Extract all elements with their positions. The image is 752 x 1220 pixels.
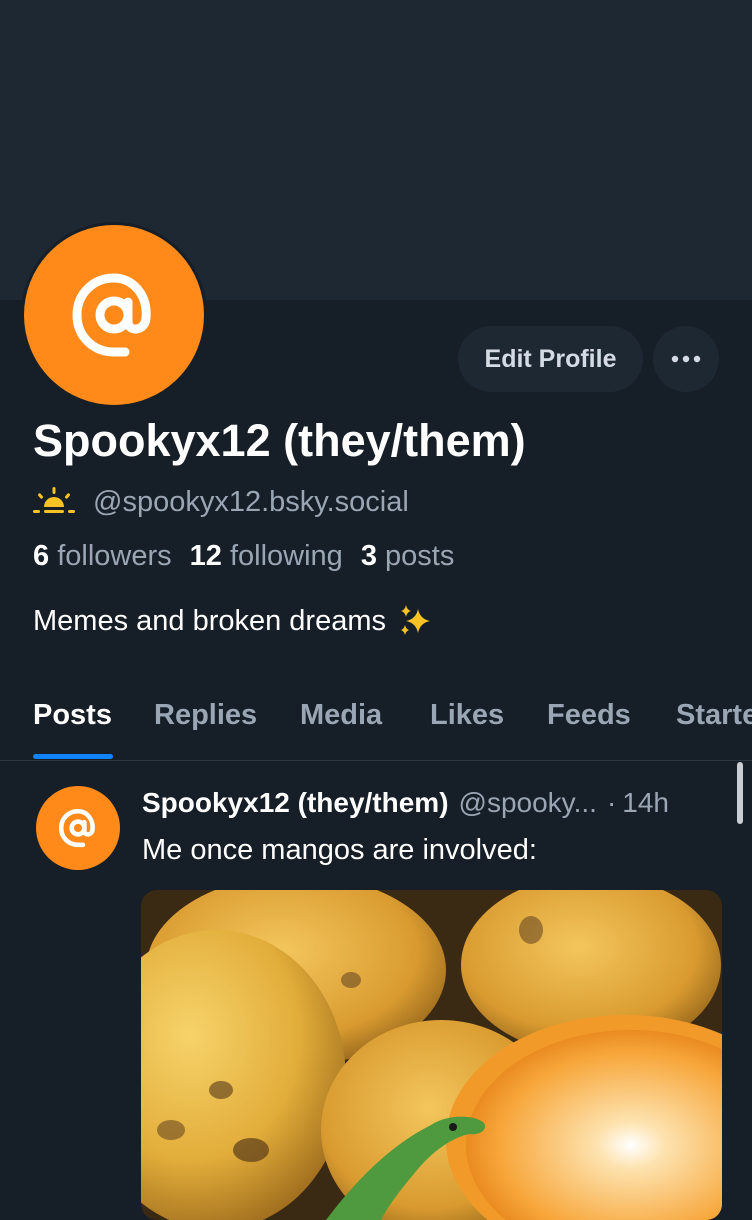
following-stat[interactable]: 12 following — [190, 540, 343, 573]
posts-label: posts — [385, 540, 455, 572]
following-label: following — [229, 540, 343, 572]
post-text: Me once mangos are involved: — [142, 834, 537, 866]
posts-count: 3 — [360, 540, 377, 572]
profile-avatar[interactable] — [21, 222, 207, 408]
at-sign-icon — [72, 273, 151, 357]
tab-feeds[interactable]: Feeds — [547, 690, 631, 760]
posts-stat: 3 posts — [361, 540, 455, 573]
following-count: 12 — [189, 540, 222, 572]
followers-count: 6 — [33, 540, 50, 572]
bio-text: Memes and broken dreams — [33, 604, 386, 637]
edit-profile-label: Edit Profile — [484, 344, 617, 373]
mango-photo — [141, 890, 722, 1220]
at-sign-icon — [58, 808, 95, 848]
profile-bio: Memes and broken dreams — [33, 603, 434, 639]
tab-replies[interactable]: Replies — [154, 690, 257, 760]
profile-handle-row: @spookyx12.bsky.social — [33, 482, 409, 522]
scrollbar-thumb[interactable] — [737, 762, 743, 824]
post-author-avatar[interactable] — [36, 786, 120, 870]
more-options-button[interactable] — [653, 326, 719, 392]
followers-label: followers — [57, 540, 172, 572]
post-timestamp[interactable]: 14h — [622, 787, 669, 819]
sparkles-emoji-icon — [401, 605, 430, 635]
tab-posts[interactable]: Posts — [33, 690, 112, 760]
sunrise-emoji-icon — [33, 487, 75, 513]
post-image[interactable] — [141, 890, 722, 1220]
tab-starter-packs[interactable]: Starte — [676, 690, 752, 760]
tab-likes[interactable]: Likes — [430, 690, 504, 760]
ellipsis-icon — [671, 355, 701, 363]
post-header: Spookyx12 (they/them) @spooky... · 14h — [142, 787, 722, 819]
active-tab-indicator — [33, 754, 113, 759]
profile-stats: 6 followers 12 following 3 posts — [33, 540, 472, 573]
edit-profile-button[interactable]: Edit Profile — [458, 326, 643, 392]
profile-handle[interactable]: @spookyx12.bsky.social — [93, 486, 409, 519]
post-author-handle[interactable]: @spooky... — [459, 787, 597, 819]
profile-tabs: Posts Replies Media Likes Feeds Starte — [0, 690, 752, 761]
post-separator: · — [606, 787, 617, 818]
followers-stat[interactable]: 6 followers — [33, 540, 172, 573]
post-author-name[interactable]: Spookyx12 (they/them) — [142, 787, 449, 819]
profile-display-name: Spookyx12 (they/them) — [33, 415, 526, 466]
tab-media[interactable]: Media — [300, 690, 382, 760]
